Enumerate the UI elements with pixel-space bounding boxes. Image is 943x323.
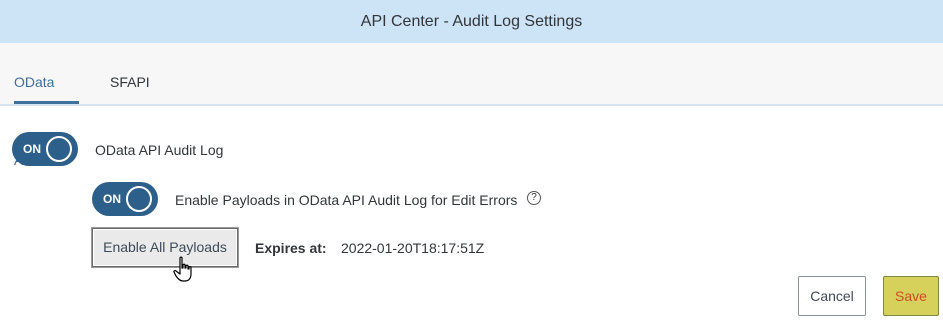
- hand-cursor-icon: [173, 256, 192, 282]
- tab-odata-api[interactable]: OData API: [14, 43, 79, 168]
- enable-all-payloads-button[interactable]: Enable All Payloads: [92, 228, 238, 267]
- toggle-knob: [46, 136, 72, 162]
- audit-log-toggle[interactable]: ON: [12, 132, 78, 166]
- payloads-toggle[interactable]: ON: [92, 182, 158, 216]
- expires-label: Expires at:: [255, 240, 327, 256]
- question-circle-icon[interactable]: ?: [527, 191, 541, 205]
- tab-sfapi[interactable]: SFAPI: [110, 43, 150, 104]
- audit-log-toggle-state: ON: [23, 142, 41, 156]
- dialog-header: API Center - Audit Log Settings: [0, 0, 943, 43]
- audit-log-label: OData API Audit Log: [95, 142, 224, 158]
- cancel-button[interactable]: Cancel: [798, 276, 866, 316]
- save-button[interactable]: Save: [883, 276, 939, 316]
- toggle-knob: [126, 186, 152, 212]
- tab-bar: OData API SFAPI: [0, 43, 943, 168]
- dialog-title: API Center - Audit Log Settings: [360, 12, 583, 30]
- payloads-label: Enable Payloads in OData API Audit Log f…: [175, 192, 518, 208]
- expires-value: 2022-01-20T18:17:51Z: [341, 240, 485, 256]
- payloads-toggle-state: ON: [103, 192, 121, 206]
